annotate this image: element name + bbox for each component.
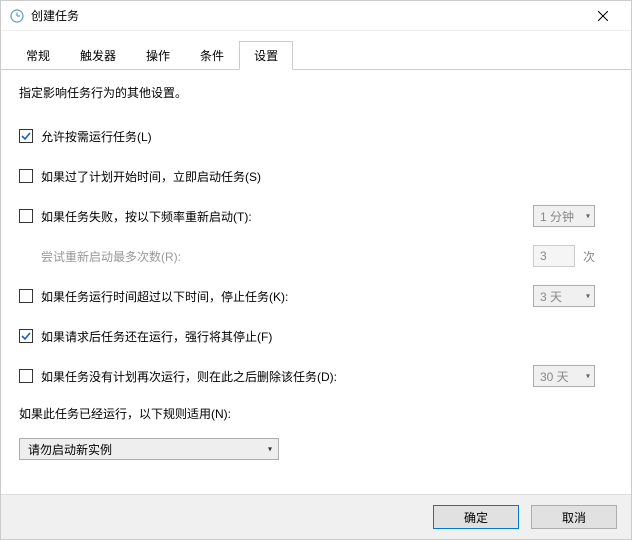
ok-button[interactable]: 确定: [433, 505, 519, 529]
select-restart-interval-value: 1 分钟: [540, 208, 574, 225]
settings-description: 指定影响任务行为的其他设置。: [19, 84, 613, 101]
select-delete-duration[interactable]: 30 天 ▾: [533, 365, 595, 387]
checkbox-restart-on-fail[interactable]: [19, 209, 33, 223]
select-delete-duration-value: 30 天: [540, 368, 569, 385]
row-allow-demand-start: 允许按需运行任务(L): [19, 125, 613, 147]
row-run-asap: 如果过了计划开始时间，立即启动任务(S): [19, 165, 613, 187]
label-run-asap: 如果过了计划开始时间，立即启动任务(S): [41, 168, 613, 185]
label-restart-attempts: 尝试重新启动最多次数(R):: [41, 248, 533, 265]
chevron-down-icon: ▾: [586, 212, 590, 221]
close-button[interactable]: [583, 2, 623, 30]
label-already-running: 如果此任务已经运行，以下规则适用(N):: [19, 405, 613, 422]
input-restart-attempts-value: 3: [540, 249, 547, 263]
tab-actions[interactable]: 操作: [131, 41, 185, 69]
chevron-down-icon: ▾: [586, 292, 590, 301]
input-restart-attempts[interactable]: 3: [533, 245, 575, 267]
window-title: 创建任务: [31, 7, 583, 24]
tab-content-settings: 指定影响任务行为的其他设置。 允许按需运行任务(L) 如果过了计划开始时间，立即…: [1, 70, 631, 494]
chevron-down-icon: ▾: [268, 445, 272, 454]
label-restart-attempts-suffix: 次: [583, 248, 595, 265]
checkbox-force-stop[interactable]: [19, 329, 33, 343]
chevron-down-icon: ▾: [586, 372, 590, 381]
dialog-footer: 确定 取消: [1, 494, 631, 539]
row-force-stop: 如果请求后任务还在运行，强行将其停止(F): [19, 325, 613, 347]
clock-icon: [9, 8, 25, 24]
tab-conditions[interactable]: 条件: [185, 41, 239, 69]
checkbox-allow-demand-start[interactable]: [19, 129, 33, 143]
select-already-running-rule-value: 请勿启动新实例: [28, 441, 112, 458]
tabs: 常规 触发器 操作 条件 设置: [1, 31, 631, 70]
titlebar: 创建任务: [1, 1, 631, 31]
select-restart-interval[interactable]: 1 分钟 ▾: [533, 205, 595, 227]
label-stop-if-long: 如果任务运行时间超过以下时间，停止任务(K):: [41, 288, 533, 305]
window: 创建任务 常规 触发器 操作 条件 设置 指定影响任务行为的其他设置。 允许按需…: [0, 0, 632, 540]
checkbox-delete-after[interactable]: [19, 369, 33, 383]
checkbox-stop-if-long[interactable]: [19, 289, 33, 303]
row-stop-if-long: 如果任务运行时间超过以下时间，停止任务(K): 3 天 ▾: [19, 285, 613, 307]
tab-triggers[interactable]: 触发器: [65, 41, 131, 69]
label-delete-after: 如果任务没有计划再次运行，则在此之后删除该任务(D):: [41, 368, 533, 385]
tab-general[interactable]: 常规: [11, 41, 65, 69]
tab-settings[interactable]: 设置: [239, 41, 293, 70]
select-stop-duration[interactable]: 3 天 ▾: [533, 285, 595, 307]
checkbox-run-asap[interactable]: [19, 169, 33, 183]
label-allow-demand-start: 允许按需运行任务(L): [41, 128, 613, 145]
label-restart-on-fail: 如果任务失败，按以下频率重新启动(T):: [41, 208, 533, 225]
row-restart-on-fail: 如果任务失败，按以下频率重新启动(T): 1 分钟 ▾: [19, 205, 613, 227]
select-stop-duration-value: 3 天: [540, 288, 562, 305]
select-already-running-rule[interactable]: 请勿启动新实例 ▾: [19, 438, 279, 460]
label-force-stop: 如果请求后任务还在运行，强行将其停止(F): [41, 328, 613, 345]
row-restart-attempts: 尝试重新启动最多次数(R): 3 次: [19, 245, 613, 267]
row-delete-after: 如果任务没有计划再次运行，则在此之后删除该任务(D): 30 天 ▾: [19, 365, 613, 387]
cancel-button[interactable]: 取消: [531, 505, 617, 529]
